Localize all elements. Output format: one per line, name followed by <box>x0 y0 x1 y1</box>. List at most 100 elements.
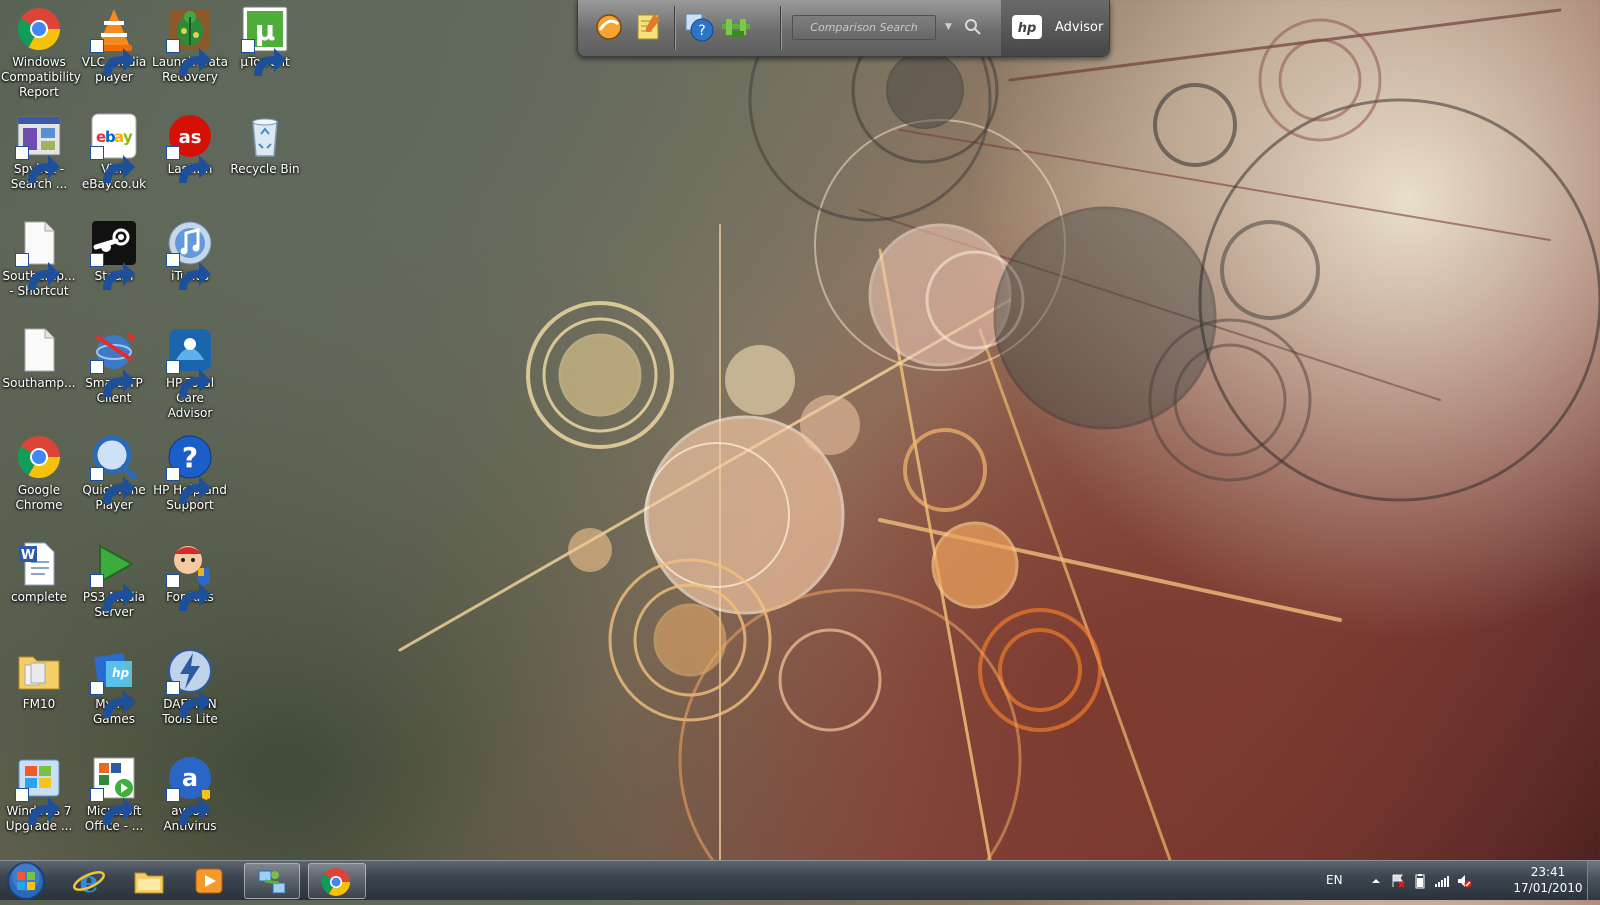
desktop-icon-torrent[interactable]: µµTorrent <box>226 0 304 104</box>
shortcut-arrow-icon <box>166 681 211 718</box>
folder-icon <box>15 647 63 695</box>
system-tray: EN 23:41 17/01/2010 <box>1320 861 1600 901</box>
action-center-icon[interactable] <box>1390 873 1406 889</box>
show-hidden-icons-icon[interactable] <box>1368 873 1384 889</box>
shortcut-arrow-icon <box>90 467 135 504</box>
office-icon <box>90 754 138 825</box>
shortcut-arrow-icon <box>90 146 135 183</box>
shortcut-arrow-icon <box>90 253 135 290</box>
ps3-media-icon <box>90 540 138 611</box>
desktop-icon-itunes[interactable]: iTunes <box>151 214 229 318</box>
desktop-icon-my-hp-games[interactable]: hpMy HP Games <box>75 642 153 746</box>
advisor-label: Advisor <box>1055 20 1104 35</box>
desktop-icon-windows-7-upgrade[interactable]: Windows 7 Upgrade ... <box>0 749 78 853</box>
shortcut-arrow-icon <box>166 574 211 611</box>
taskbar-internet-explorer[interactable]: e <box>62 863 118 899</box>
document-icon <box>15 326 63 374</box>
media-player-icon <box>195 868 223 894</box>
taskbar-network[interactable] <box>244 863 300 899</box>
comparison-search-input[interactable]: Comparison Search <box>792 15 936 40</box>
shortcut-arrow-icon <box>166 467 211 504</box>
desktop-icon-google-chrome[interactable]: Google Chrome <box>0 428 78 532</box>
desktop-icon-avast-antivirus[interactable]: aavast! Antivirus <box>151 749 229 853</box>
desktop-icon-label: FM10 <box>22 697 56 711</box>
document-icon <box>15 219 63 290</box>
desktop-icon-hp-total-care-advisor[interactable]: HP Total Care Advisor <box>151 321 229 425</box>
desktop-icon-label: Google Chrome <box>15 483 63 512</box>
start-button[interactable] <box>4 861 48 901</box>
hp-advisor-icon <box>166 326 214 397</box>
itunes-icon <box>166 219 214 290</box>
desktop-icon-southamp[interactable]: Southamp... <box>0 321 78 425</box>
svg-text:a: a <box>182 764 198 792</box>
desktop-icon-last-fm[interactable]: asLast.fm <box>151 107 229 211</box>
shortcut-arrow-icon <box>166 360 211 397</box>
clock[interactable]: 23:41 17/01/2010 <box>1508 864 1588 896</box>
help-icon[interactable]: ? <box>682 10 716 44</box>
quicktime-icon <box>90 433 138 504</box>
ebay-icon: ebay <box>90 112 138 183</box>
desktop-icon-hp-help-and-support[interactable]: ?HP Help and Support <box>151 428 229 532</box>
desktop-icon-vlc-media-player[interactable]: VLC media player <box>75 0 153 104</box>
desktop-icon-ps3-media-server[interactable]: PS3 Media Server <box>75 535 153 639</box>
battery-icon[interactable] <box>1412 873 1428 889</box>
chrome-icon <box>321 868 350 896</box>
search-icon[interactable] <box>963 17 983 37</box>
desktop-icon-complete[interactable]: Wcomplete <box>0 535 78 639</box>
taskbar-explorer[interactable] <box>122 863 178 899</box>
utorrent-icon: µ <box>241 5 289 76</box>
desktop-icon-smartftp-client[interactable]: SmartFTP Client <box>75 321 153 425</box>
wifi-signal-icon[interactable] <box>1434 873 1450 889</box>
spybot-icon <box>15 112 63 183</box>
shortcut-arrow-icon <box>166 39 211 76</box>
desktop-icon-for-kids[interactable]: For Kids <box>151 535 229 639</box>
desktop-icon-label: Recycle Bin <box>230 162 300 176</box>
hp-advisor-button[interactable]: hp Advisor <box>1001 0 1109 56</box>
language-indicator[interactable]: EN <box>1326 873 1343 887</box>
desktop-icon-microsoft-office[interactable]: Microsoft Office - ... <box>75 749 153 853</box>
hp-games-icon: hp <box>90 647 138 718</box>
hp-logo-icon: hp <box>1012 15 1042 39</box>
desktop-icon-spybot-search[interactable]: Spybot - Search ... <box>0 107 78 211</box>
shortcut-arrow-icon <box>90 788 135 825</box>
help-icon: ? <box>166 433 214 504</box>
smartftp-icon <box>90 326 138 397</box>
show-desktop-button[interactable] <box>1587 861 1600 901</box>
taskbar-media-player[interactable] <box>182 863 238 899</box>
shortcut-arrow-icon <box>90 39 135 76</box>
notes-icon[interactable] <box>630 10 664 44</box>
desktop-icon-visit-ebay-co-uk[interactable]: ebayVisit eBay.co.uk <box>75 107 153 211</box>
weather-icon[interactable] <box>592 10 626 44</box>
windows-upgrade-icon <box>15 754 63 825</box>
desktop-icon-fm10[interactable]: FM10 <box>0 642 78 746</box>
desktop-icon-quicktime-player[interactable]: QuickTime Player <box>75 428 153 532</box>
desktop-icon-windows-compatibility-report[interactable]: Windows Compatibility Report <box>0 0 81 104</box>
desktop: Windows Compatibility ReportVLC media pl… <box>0 0 1600 860</box>
daemon-tools-icon <box>166 647 214 718</box>
word-document-icon: W <box>15 540 63 588</box>
chrome-icon <box>15 5 63 53</box>
desktop-icon-recycle-bin[interactable]: Recycle Bin <box>226 107 304 211</box>
recycle-bin-icon <box>241 112 289 160</box>
hp-advisor-toolbar: ? Comparison Search ▼ hp Advisor <box>577 0 1110 57</box>
shortcut-arrow-icon <box>90 360 135 397</box>
chevron-down-icon[interactable]: ▼ <box>945 22 955 32</box>
desktop-icon-daemon-tools-lite[interactable]: DAEMON Tools Lite <box>151 642 229 746</box>
clock-date: 17/01/2010 <box>1513 881 1583 895</box>
desktop-icon-steam[interactable]: Steam <box>75 214 153 318</box>
shortcut-arrow-icon <box>15 253 60 290</box>
chrome-icon <box>15 433 63 481</box>
svg-text:hp: hp <box>1018 21 1037 36</box>
taskbar: e EN 23:41 17/01/2010 <box>0 860 1600 901</box>
volume-muted-icon[interactable] <box>1456 873 1472 889</box>
desktop-icon-label: complete <box>10 590 68 604</box>
desktop-icon-southamp-shortcut[interactable]: Southamp... - Shortcut <box>0 214 78 318</box>
internet-explorer-icon: e <box>73 865 105 897</box>
clock-time: 23:41 <box>1530 865 1566 879</box>
shortcut-arrow-icon <box>15 146 60 183</box>
svg-text:?: ? <box>698 23 705 39</box>
network-icon[interactable] <box>720 10 754 44</box>
desktop-icon-launch-data-recovery[interactable]: Launch Data Recovery <box>151 0 229 104</box>
taskbar-chrome[interactable] <box>308 863 366 899</box>
svg-text:hp: hp <box>112 666 130 680</box>
